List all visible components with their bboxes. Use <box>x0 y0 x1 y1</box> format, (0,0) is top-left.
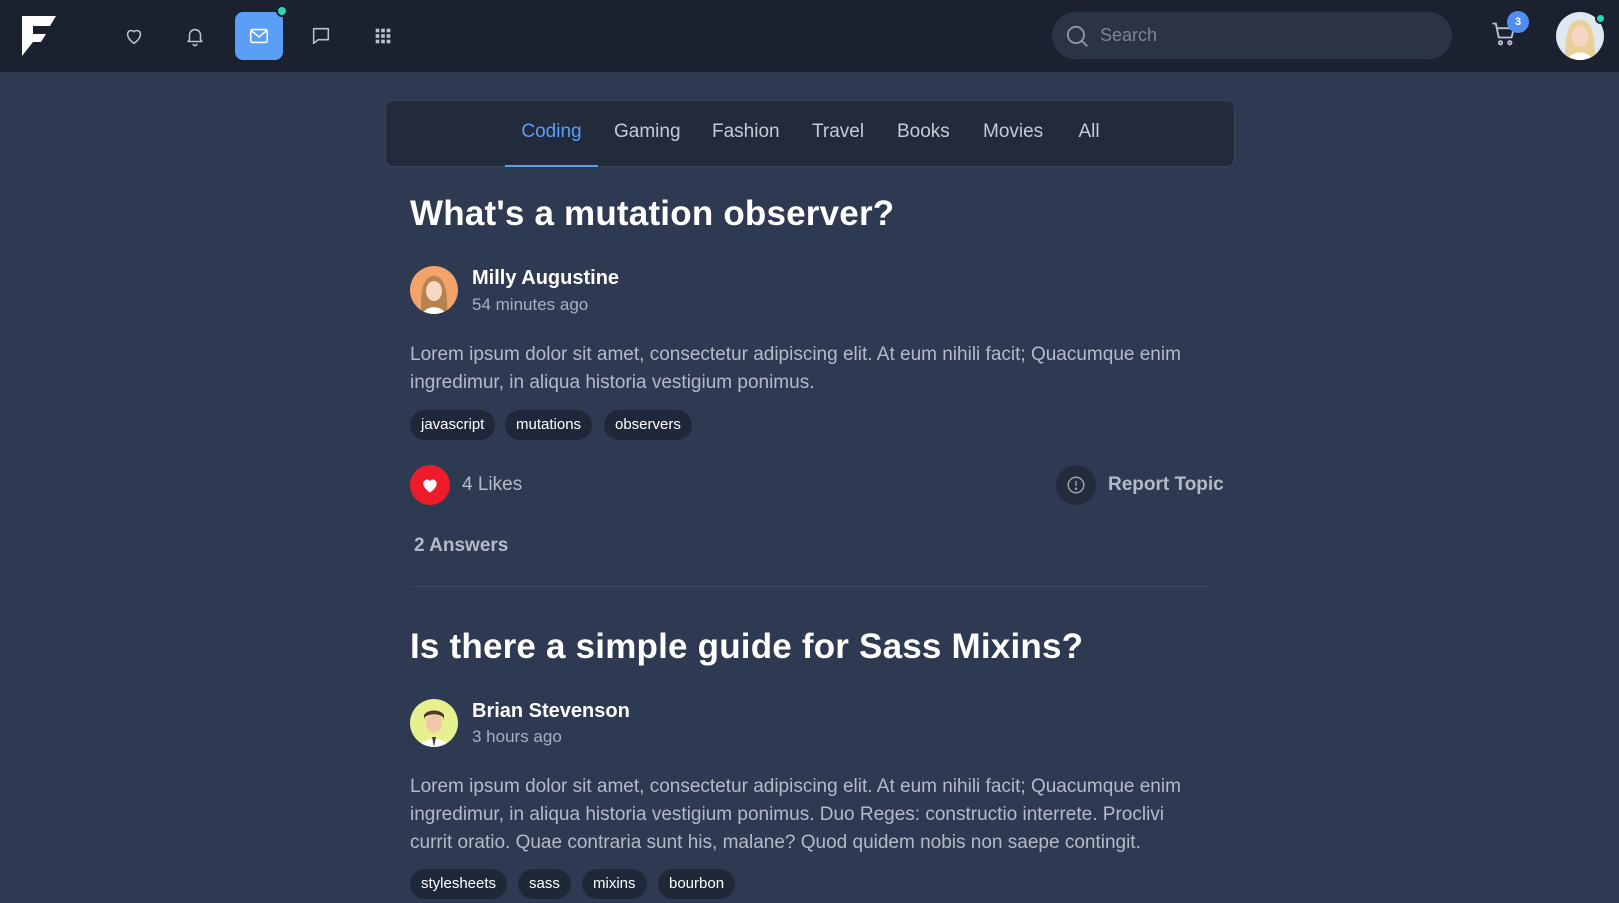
author-name[interactable]: Brian Stevenson <box>472 700 630 723</box>
notification-dot <box>276 5 288 17</box>
mail-icon <box>249 28 269 44</box>
tag-chip[interactable]: observers <box>604 410 692 440</box>
bell-icon <box>187 28 203 47</box>
author-avatar[interactable] <box>410 699 458 747</box>
apps-button[interactable] <box>359 12 407 60</box>
logo-icon[interactable] <box>20 14 58 58</box>
tab-fashion[interactable]: Fashion <box>712 101 780 167</box>
tab-gaming[interactable]: Gaming <box>614 101 681 167</box>
category-tabs: Coding Gaming Fashion Travel Books Movie… <box>385 100 1235 167</box>
heart-icon <box>423 479 437 493</box>
author-avatar[interactable] <box>410 266 458 314</box>
tab-books[interactable]: Books <box>897 101 950 167</box>
tab-movies[interactable]: Movies <box>983 101 1043 167</box>
tag-chip[interactable]: mixins <box>582 869 647 899</box>
cart-count-badge: 3 <box>1507 11 1529 33</box>
like-button[interactable] <box>410 465 450 505</box>
post-body: Lorem ipsum dolor sit amet, consectetur … <box>410 344 1181 393</box>
alert-circle-icon <box>1067 476 1085 494</box>
likes-count: 4 Likes <box>462 474 523 495</box>
tab-coding[interactable]: Coding <box>505 101 598 167</box>
notifications-button[interactable] <box>171 12 219 60</box>
tab-all[interactable]: All <box>1077 101 1101 167</box>
favorites-button[interactable] <box>110 12 158 60</box>
answers-link[interactable]: 2 Answers <box>414 535 508 557</box>
post-title[interactable]: Is there a simple guide for Sass Mixins? <box>410 627 1083 667</box>
tab-travel[interactable]: Travel <box>812 101 864 167</box>
search-icon <box>1066 25 1088 47</box>
chat-icon <box>312 27 330 45</box>
author-name[interactable]: Milly Augustine <box>472 267 619 290</box>
post-title[interactable]: What's a mutation observer? <box>410 194 894 234</box>
post-body: Lorem ipsum dolor sit amet, consectetur … <box>410 776 1181 853</box>
search-bar[interactable] <box>1052 12 1452 59</box>
report-topic-link[interactable]: Report Topic <box>1108 474 1224 496</box>
messages-button[interactable] <box>235 12 283 60</box>
tag-chip[interactable]: bourbon <box>658 869 736 899</box>
grid-icon <box>375 28 391 44</box>
tag-chip[interactable]: mutations <box>505 410 593 440</box>
tag-chip[interactable]: javascript <box>410 410 496 440</box>
top-navbar: 3 <box>0 0 1619 72</box>
tag-chip[interactable]: stylesheets <box>410 869 508 899</box>
post-divider <box>410 586 1210 587</box>
post-timestamp: 54 minutes ago <box>472 295 589 314</box>
heart-icon <box>126 29 142 45</box>
chat-button[interactable] <box>297 12 345 60</box>
post-timestamp: 3 hours ago <box>472 727 562 746</box>
search-input[interactable] <box>1100 25 1420 46</box>
tag-chip[interactable]: sass <box>518 869 571 899</box>
report-topic-button[interactable] <box>1056 465 1096 505</box>
online-status-dot <box>1595 13 1606 24</box>
